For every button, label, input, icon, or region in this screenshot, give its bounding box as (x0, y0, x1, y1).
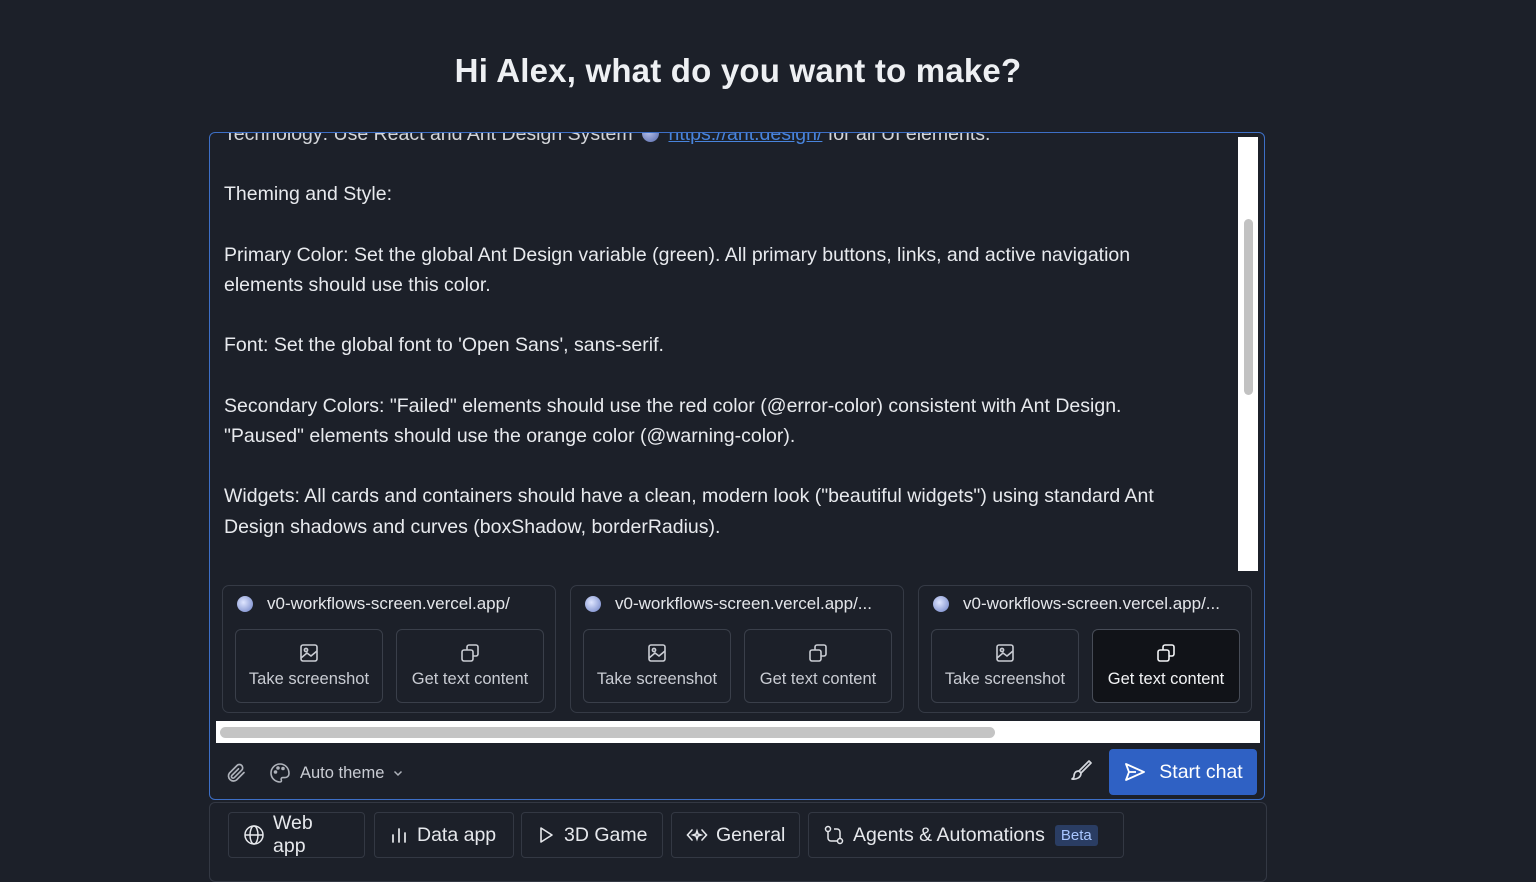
attachment-url: v0-workflows-screen.vercel.app/... (963, 594, 1220, 613)
prompt-line: "Paused" elements should use the orange … (224, 424, 796, 447)
attach-button[interactable] (224, 761, 248, 790)
brush-icon (1071, 760, 1092, 780)
copy-icon (461, 644, 479, 662)
prompt-composer[interactable]: Technology: Use React and Ant Design Sys… (209, 132, 1265, 800)
attachment-card: v0-workflows-screen.vercel.app/... Take … (918, 585, 1252, 713)
palette-icon (270, 763, 290, 783)
attachment-header: v0-workflows-screen.vercel.app/... (933, 594, 1220, 614)
attachment-url: v0-workflows-screen.vercel.app/ (267, 594, 510, 613)
get-text-content-button[interactable]: Get text content (396, 629, 544, 703)
theme-selector[interactable]: Auto theme (268, 761, 404, 785)
beta-badge: Beta (1054, 824, 1098, 846)
copy-icon (1157, 644, 1175, 662)
globe-icon (244, 825, 264, 845)
theme-label: Auto theme (300, 763, 385, 782)
take-screenshot-button[interactable]: Take screenshot (235, 629, 383, 703)
play-icon (540, 827, 553, 843)
enhance-prompt-button[interactable] (1068, 757, 1094, 788)
category-general[interactable]: General (671, 812, 800, 858)
bar-chart-icon (392, 828, 406, 843)
prompt-line: Theming and Style: (224, 183, 393, 206)
take-screenshot-button[interactable]: Take screenshot (583, 629, 731, 703)
attachment-header: v0-workflows-screen.vercel.app/... (585, 594, 872, 614)
attachment-url: v0-workflows-screen.vercel.app/... (615, 594, 872, 613)
prompt-line: Widgets: All cards and containers should… (224, 485, 1154, 508)
send-icon (1125, 763, 1146, 781)
attachment-header: v0-workflows-screen.vercel.app/ (237, 594, 510, 614)
site-favicon-icon (585, 596, 601, 612)
category-bar: Web app Data app 3D Game General Agents … (209, 802, 1267, 882)
get-text-content-button[interactable]: Get text content (1092, 629, 1240, 703)
prompt-line: Design shadows and curves (boxShadow, bo… (224, 515, 721, 538)
attachment-card: v0-workflows-screen.vercel.app/ Take scr… (222, 585, 556, 713)
paperclip-icon (227, 763, 245, 782)
site-favicon-icon (237, 596, 253, 612)
page-heading: Hi Alex, what do you want to make? (454, 52, 1022, 89)
prompt-textarea[interactable]: Technology: Use React and Ant Design Sys… (210, 133, 1238, 571)
composer-toolbar: Auto theme Start chat (210, 745, 1264, 799)
image-icon (300, 644, 318, 662)
category-data-app[interactable]: Data app (374, 812, 514, 858)
workflow-icon (824, 825, 844, 845)
attachment-card: v0-workflows-screen.vercel.app/... Take … (570, 585, 904, 713)
image-icon (648, 644, 666, 662)
prompt-line: Font: Set the global font to 'Open Sans'… (224, 334, 664, 357)
prompt-vertical-scrollbar[interactable] (1238, 137, 1258, 571)
copy-icon (809, 644, 827, 662)
code-sparkle-icon (686, 828, 708, 842)
site-favicon-icon (933, 596, 949, 612)
link-favicon-icon (642, 133, 660, 142)
scrollbar-thumb[interactable] (220, 727, 995, 738)
chevron-down-icon (394, 770, 403, 777)
get-text-content-button[interactable]: Get text content (744, 629, 892, 703)
take-screenshot-button[interactable]: Take screenshot (931, 629, 1079, 703)
image-icon (996, 644, 1014, 662)
ant-design-link[interactable]: https://ant.design/ (668, 133, 822, 145)
prompt-line: Secondary Colors: "Failed" elements shou… (224, 394, 1122, 417)
category-3d-game[interactable]: 3D Game (521, 812, 663, 858)
category-agents-automations[interactable]: Agents & Automations Beta (808, 812, 1124, 858)
scrollbar-thumb[interactable] (1244, 219, 1253, 395)
prompt-line-technology: Technology: Use React and Ant Design Sys… (224, 133, 1224, 149)
start-chat-button[interactable]: Start chat (1109, 749, 1257, 795)
attachment-list: v0-workflows-screen.vercel.app/ Take scr… (222, 585, 1262, 715)
attachments-horizontal-scrollbar[interactable] (216, 721, 1260, 743)
prompt-text: Technology: Use React and Ant Design Sys… (224, 133, 1224, 542)
category-web-app[interactable]: Web app (228, 812, 365, 858)
prompt-line: Primary Color: Set the global Ant Design… (224, 243, 1131, 266)
start-chat-label: Start chat (1159, 760, 1243, 783)
prompt-line: elements should use this color. (224, 273, 491, 296)
